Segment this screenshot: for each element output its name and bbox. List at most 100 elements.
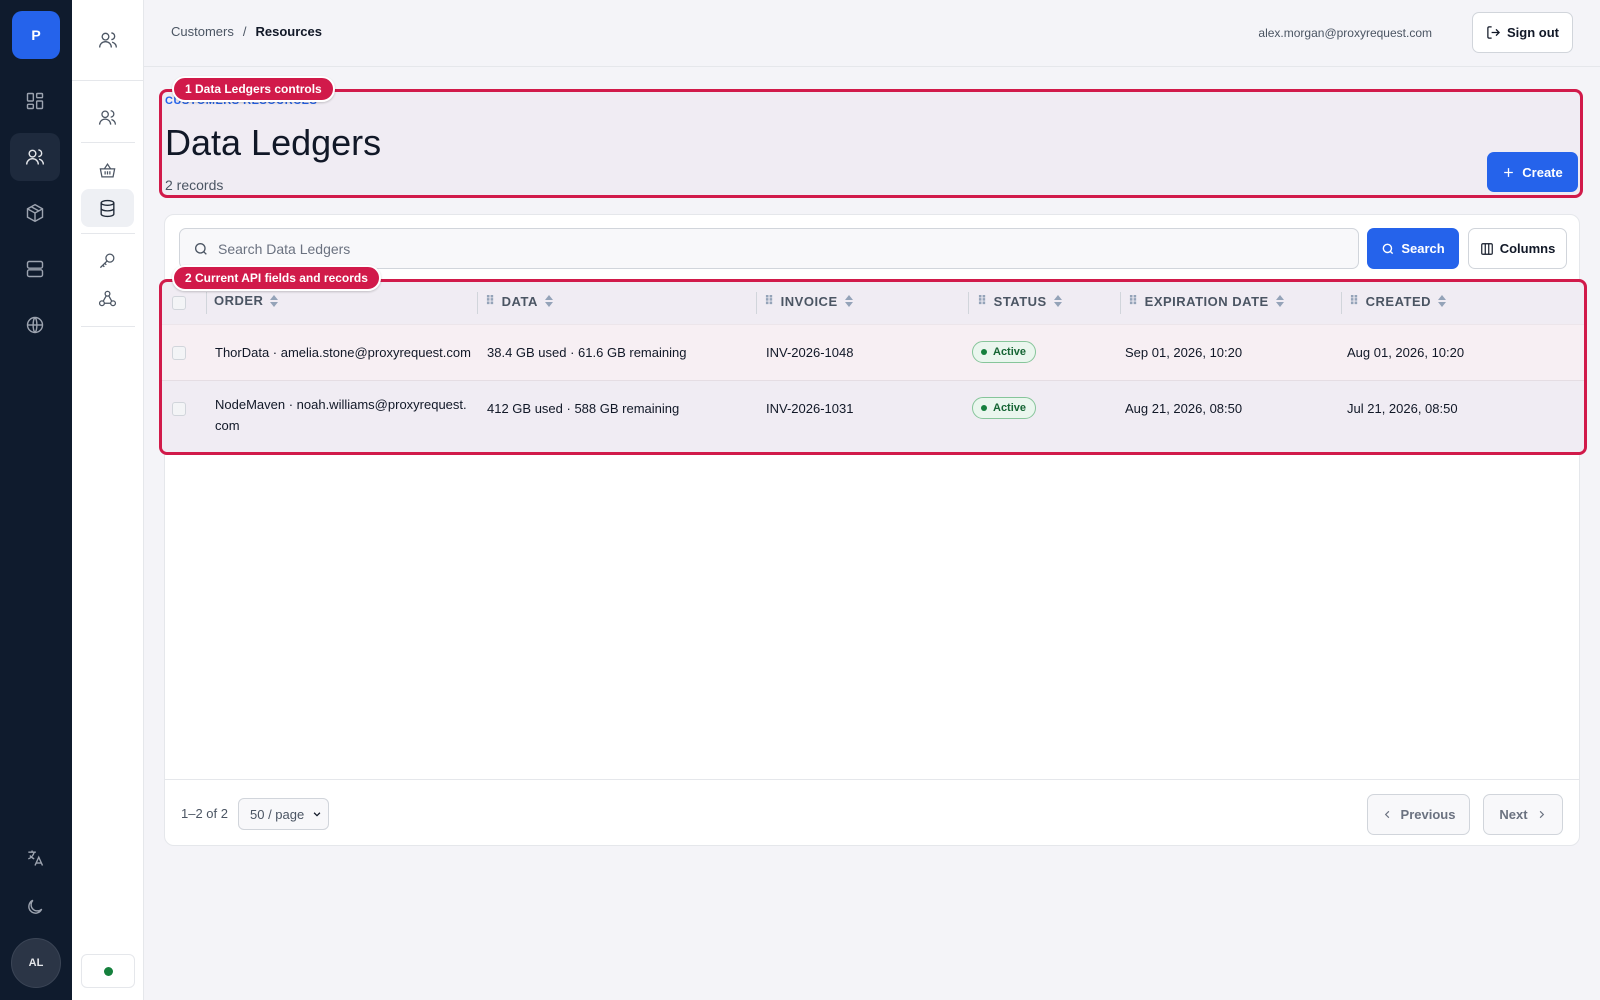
status-badge: Active [972, 397, 1037, 419]
sort-icon[interactable] [1437, 294, 1447, 308]
chevron-down-icon [313, 812, 321, 817]
column-header-expiration-date[interactable]: ⠿ EXPIRATION DATE [1128, 293, 1285, 309]
page-size-value: 50 / page [250, 806, 305, 822]
column-label: ORDER [214, 293, 264, 308]
annotation-tag-1: 1 Data Ledgers controls [172, 76, 335, 102]
rail-servers[interactable] [10, 245, 60, 293]
column-header-invoice[interactable]: ⠿ INVOICE [764, 293, 854, 309]
database-icon [100, 199, 115, 217]
users-icon [98, 109, 117, 125]
table-row[interactable]: NodeMaven · noah.williams@proxyrequest.c… [162, 380, 1584, 452]
records-table: ORDER ⠿ DATA ⠿ INVOICE ⠿ STATUS ⠿ EXPIRA… [159, 279, 1587, 455]
app-rail: P AL [0, 0, 72, 1000]
drag-handle-icon[interactable]: ⠿ [1349, 293, 1360, 309]
cell-expiration-date: Aug 21, 2026, 08:50 [1125, 401, 1243, 416]
rail-language[interactable] [10, 834, 60, 882]
status-dot [981, 349, 987, 355]
cell-data: 412 GB used · 588 GB remaining [487, 401, 680, 416]
drag-handle-icon[interactable]: ⠿ [764, 293, 775, 309]
rail-customers[interactable] [10, 133, 60, 181]
sign-out-button[interactable]: Sign out [1472, 12, 1573, 53]
subnav-divider [81, 326, 135, 327]
subnav-data-ledgers[interactable] [81, 189, 134, 227]
rail-dashboard[interactable] [10, 77, 60, 125]
annotation-tag-2: 2 Current API fields and records [172, 265, 381, 291]
column-label: INVOICE [780, 293, 838, 309]
column-divider [1341, 292, 1342, 314]
search-icon [195, 242, 207, 255]
cell-created: Aug 01, 2026, 10:20 [1347, 345, 1465, 360]
drag-handle-icon[interactable]: ⠿ [977, 293, 988, 309]
column-header-status[interactable]: ⠿ STATUS [977, 293, 1063, 309]
subnav-divider [81, 233, 135, 234]
subnav-divider [81, 142, 135, 143]
cell-invoice: INV-2026-1048 [766, 345, 854, 360]
sort-icon[interactable] [544, 294, 554, 308]
cell-expiration-date: Sep 01, 2026, 10:20 [1125, 345, 1243, 360]
status-dot [981, 405, 987, 411]
table-row[interactable]: ThorData · amelia.stone@proxyrequest.com… [162, 324, 1584, 380]
subnav-customers-header[interactable] [81, 21, 134, 59]
page-size-select[interactable]: 50 / page [238, 798, 329, 830]
cell-invoice: INV-2026-1031 [766, 401, 854, 416]
drag-handle-icon[interactable]: ⠿ [485, 293, 496, 309]
subnav-webhooks[interactable] [81, 279, 134, 317]
columns-label: Columns [1499, 241, 1556, 256]
sort-icon[interactable] [269, 294, 279, 308]
users-icon [25, 149, 45, 165]
sort-icon[interactable] [844, 294, 854, 308]
breadcrumb: Customers / Resources [171, 24, 322, 39]
app-logo[interactable]: P [12, 11, 60, 59]
subnav-divider [72, 80, 144, 81]
connection-status-indicator[interactable] [81, 954, 135, 988]
cell-data: 38.4 GB used · 61.6 GB remaining [487, 345, 687, 360]
search-icon [1382, 243, 1394, 254]
chevron-left-icon [1384, 810, 1389, 819]
column-label: STATUS [993, 293, 1047, 309]
webhook-icon [98, 290, 117, 306]
breadcrumb-separator: / [242, 24, 247, 39]
search-input[interactable] [218, 240, 1318, 257]
create-label: Create [1522, 164, 1563, 180]
cell-order[interactable]: NodeMaven · noah.williams@proxyrequest.c… [215, 394, 473, 436]
row-checkbox[interactable] [172, 402, 186, 416]
sort-icon[interactable] [1053, 294, 1063, 308]
column-header-order[interactable]: ORDER [214, 293, 279, 308]
drag-handle-icon[interactable]: ⠿ [1128, 293, 1139, 309]
rail-network[interactable] [10, 301, 60, 349]
user-email: alex.morgan@proxyrequest.com [1258, 26, 1432, 40]
breadcrumb-customers[interactable]: Customers [171, 24, 234, 39]
subnav-orders[interactable] [81, 151, 134, 189]
column-label: EXPIRATION DATE [1144, 293, 1269, 309]
records-card: Search Columns ORDER ⠿ DATA ⠿ INVOICE [159, 214, 1587, 847]
column-header-data[interactable]: ⠿ DATA [485, 293, 554, 309]
search-field[interactable] [179, 228, 1359, 269]
row-checkbox[interactable] [172, 346, 186, 360]
previous-label: Previous [1400, 807, 1456, 822]
create-button[interactable]: Create [1487, 152, 1578, 192]
cell-created: Jul 21, 2026, 08:50 [1347, 401, 1458, 416]
column-label: CREATED [1365, 293, 1432, 309]
next-page-button[interactable]: Next [1483, 794, 1563, 835]
pagination-bar: 1–2 of 2 50 / page Previous Next [165, 779, 1579, 847]
cell-order[interactable]: ThorData · amelia.stone@proxyrequest.com [215, 342, 475, 363]
subnav-keys[interactable] [81, 241, 134, 279]
rail-products[interactable] [10, 189, 60, 237]
search-label: Search [1401, 241, 1445, 256]
column-header-created[interactable]: ⠿ CREATED [1349, 293, 1447, 309]
subnav-customers[interactable] [81, 98, 134, 136]
search-button[interactable]: Search [1367, 228, 1459, 269]
dashboard-icon [26, 92, 44, 110]
columns-button[interactable]: Columns [1468, 228, 1567, 269]
translate-icon [28, 850, 44, 866]
column-divider [756, 292, 757, 314]
user-avatar[interactable]: AL [11, 938, 61, 988]
sign-out-label: Sign out [1507, 25, 1559, 40]
columns-icon [1480, 242, 1493, 255]
column-divider [1120, 292, 1121, 314]
select-all-checkbox[interactable] [172, 296, 186, 310]
sort-icon[interactable] [1275, 294, 1285, 308]
globe-icon [26, 316, 44, 334]
previous-page-button[interactable]: Previous [1367, 794, 1470, 835]
rail-theme-toggle[interactable] [10, 883, 60, 931]
